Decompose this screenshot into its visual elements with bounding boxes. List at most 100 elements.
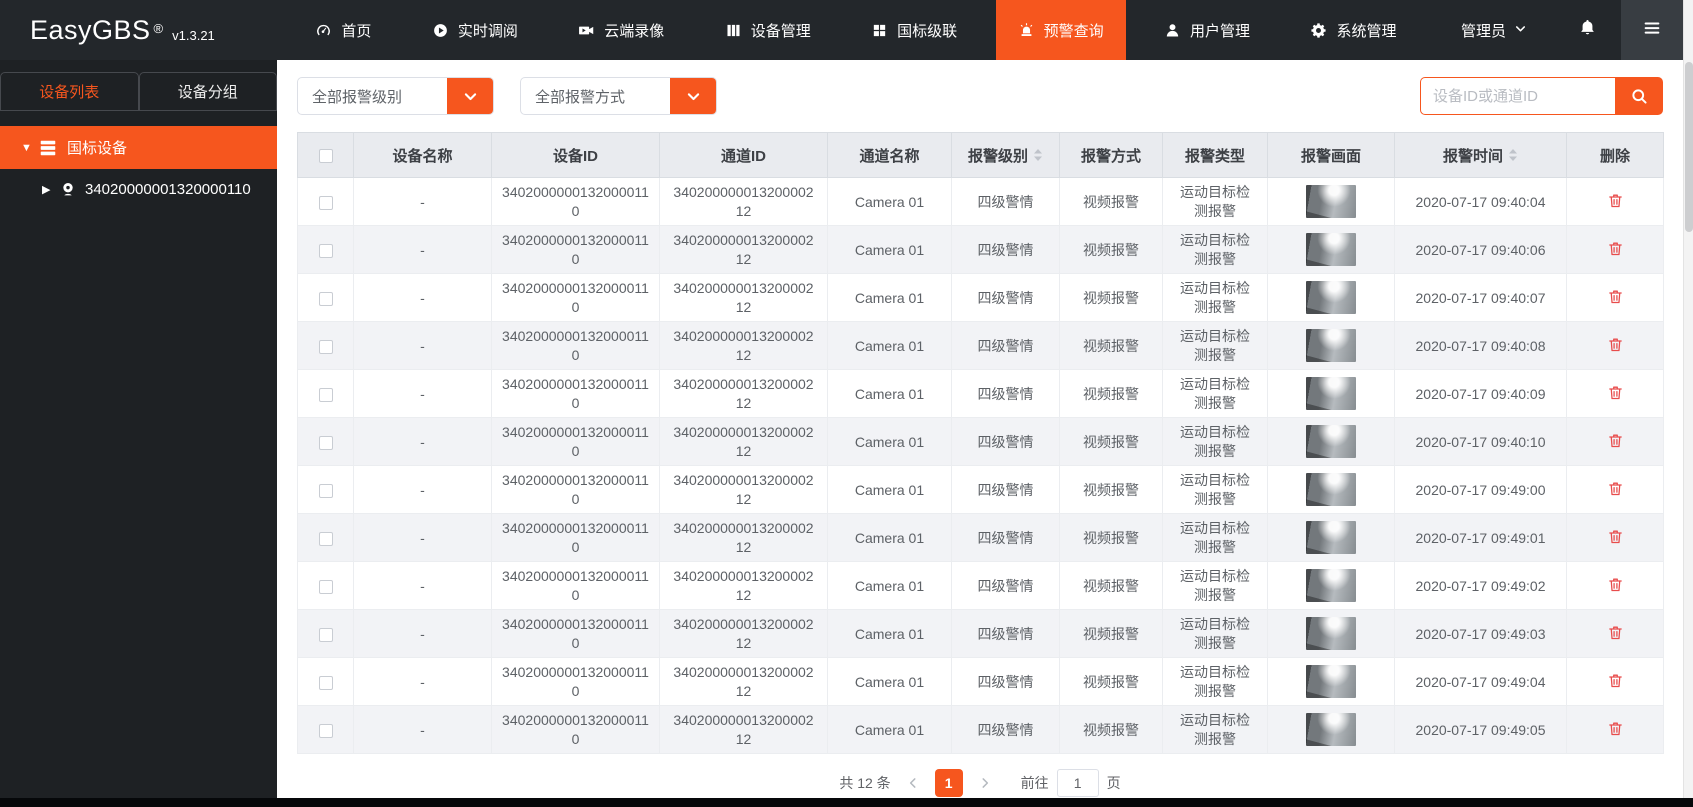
row-checkbox[interactable] <box>318 531 333 546</box>
goto-page-input[interactable] <box>1056 769 1099 797</box>
delete-cell <box>1566 225 1664 274</box>
delete-button[interactable] <box>1607 672 1624 689</box>
alarm-method-cell: 视频报警 <box>1059 609 1163 658</box>
tab-device-group[interactable]: 设备分组 <box>138 72 277 111</box>
nav-item-play-circle[interactable]: 实时调阅 <box>410 0 540 60</box>
row-checkbox[interactable] <box>318 435 333 450</box>
delete-button[interactable] <box>1607 384 1624 401</box>
trash-icon <box>1608 338 1622 351</box>
alarm-level-cell: 四级警情 <box>951 657 1060 706</box>
row-checkbox[interactable] <box>318 723 333 738</box>
delete-button[interactable] <box>1607 576 1624 593</box>
notifications-button[interactable] <box>1554 0 1621 60</box>
delete-button[interactable] <box>1607 432 1624 449</box>
sort-icon[interactable] <box>1033 148 1043 162</box>
row-checkbox[interactable] <box>318 339 333 354</box>
delete-button[interactable] <box>1607 288 1624 305</box>
nav-item-video-camera[interactable]: 云端录像 <box>556 0 686 60</box>
delete-button[interactable] <box>1607 480 1624 497</box>
caret-right-icon[interactable]: ▶ <box>42 183 60 196</box>
filter-toolbar: 全部报警级别 全部报警方式 <box>297 77 1663 115</box>
channel-id-cell: 34020000001320000212 <box>659 609 828 658</box>
header-alarm-time[interactable]: 报警时间 <box>1394 132 1567 178</box>
alarm-time-cell: 2020-07-17 09:40:08 <box>1394 321 1567 370</box>
admin-dropdown[interactable]: 管理员 <box>1435 0 1554 60</box>
row-checkbox[interactable] <box>318 243 333 258</box>
select-all-checkbox[interactable] <box>318 148 333 163</box>
alarm-level-select[interactable]: 全部报警级别 <box>297 77 494 115</box>
tree-node-gb-devices[interactable]: ▼ 国标设备 <box>0 126 277 169</box>
row-checkbox[interactable] <box>318 579 333 594</box>
row-checkbox[interactable] <box>318 483 333 498</box>
table-row: - 34020000001320000110 34020000001320000… <box>297 657 1664 706</box>
delete-button[interactable] <box>1607 240 1624 257</box>
alarm-snapshot-image[interactable] <box>1306 713 1356 746</box>
prev-page-button[interactable] <box>906 776 920 790</box>
sidebar-tabs: 设备列表 设备分组 <box>0 72 277 111</box>
row-checkbox[interactable] <box>318 291 333 306</box>
alarm-snapshot-image[interactable] <box>1306 185 1356 218</box>
alarm-snapshot-image[interactable] <box>1306 521 1356 554</box>
page-number-button[interactable]: 1 <box>934 769 963 797</box>
nav-item-label: 云端录像 <box>604 22 665 40</box>
nav-item-label: 系统管理 <box>1336 22 1397 40</box>
row-checkbox-cell <box>297 369 354 418</box>
sort-icon[interactable] <box>1508 148 1518 162</box>
alarm-method-cell: 视频报警 <box>1059 561 1163 610</box>
device-name-cell: - <box>353 705 492 754</box>
tree-node-device[interactable]: ▶ 34020000001320000110 <box>0 169 277 209</box>
alarm-method-select[interactable]: 全部报警方式 <box>520 77 717 115</box>
nav-item-dashboard[interactable]: 首页 <box>293 0 393 60</box>
scrollbar-thumb[interactable] <box>1685 62 1693 232</box>
device-id-cell: 34020000001320000110 <box>491 513 660 562</box>
channel-id-cell: 34020000001320000212 <box>659 465 828 514</box>
alarm-snapshot-image[interactable] <box>1306 233 1356 266</box>
delete-button[interactable] <box>1607 528 1624 545</box>
alarm-snapshot-image[interactable] <box>1306 377 1356 410</box>
nav-item-user[interactable]: 用户管理 <box>1142 0 1272 60</box>
search-button[interactable] <box>1615 77 1663 115</box>
chevron-down-icon <box>464 92 476 100</box>
device-name-cell: - <box>353 657 492 706</box>
search-input[interactable] <box>1420 77 1615 115</box>
alarm-snapshot-image[interactable] <box>1306 281 1356 314</box>
nav-item-gear[interactable]: 系统管理 <box>1288 0 1418 60</box>
alarm-type-cell: 运动目标检测报警 <box>1162 609 1268 658</box>
nav-item-grid[interactable]: 国标级联 <box>849 0 979 60</box>
channel-name-cell: Camera 01 <box>827 321 952 370</box>
nav-item-label: 预警查询 <box>1043 22 1104 40</box>
alarm-snapshot-image[interactable] <box>1306 425 1356 458</box>
page-scrollbar[interactable] <box>1683 0 1693 807</box>
nav-item-siren[interactable]: 预警查询 <box>995 0 1126 60</box>
delete-button[interactable] <box>1607 720 1624 737</box>
delete-button[interactable] <box>1607 336 1624 353</box>
row-checkbox[interactable] <box>318 675 333 690</box>
next-page-button[interactable] <box>978 776 992 790</box>
channel-name-cell: Camera 01 <box>827 177 952 226</box>
delete-button[interactable] <box>1607 624 1624 641</box>
nav-item-label: 首页 <box>341 22 372 40</box>
row-checkbox[interactable] <box>318 195 333 210</box>
alarm-snapshot-image[interactable] <box>1306 569 1356 602</box>
caret-down-icon[interactable]: ▼ <box>21 142 39 154</box>
alarm-snapshot-image[interactable] <box>1306 665 1356 698</box>
alarm-snapshot-image[interactable] <box>1306 473 1356 506</box>
hamburger-menu-button[interactable] <box>1621 0 1683 60</box>
delete-button[interactable] <box>1607 192 1624 209</box>
alarm-time-cell: 2020-07-17 09:49:01 <box>1394 513 1567 562</box>
table-row: - 34020000001320000110 34020000001320000… <box>297 561 1664 610</box>
tab-device-list[interactable]: 设备列表 <box>0 72 139 111</box>
alarm-snapshot-image[interactable] <box>1306 617 1356 650</box>
header-alarm-level[interactable]: 报警级别 <box>951 132 1060 178</box>
alarm-method-select-button[interactable] <box>670 78 716 114</box>
row-checkbox[interactable] <box>318 627 333 642</box>
device-sidebar: 设备列表 设备分组 ▼ 国标设备 ▶ 34020000001320000110 <box>0 60 277 807</box>
pagination: 共 12 条 1 前往 页 <box>277 769 1683 797</box>
alarm-snapshot-image[interactable] <box>1306 329 1356 362</box>
nav-item-columns[interactable]: 设备管理 <box>703 0 833 60</box>
alarm-level-select-button[interactable] <box>447 78 493 114</box>
channel-name-cell: Camera 01 <box>827 513 952 562</box>
row-checkbox[interactable] <box>318 387 333 402</box>
trash-icon <box>1608 674 1622 687</box>
row-checkbox-cell <box>297 561 354 610</box>
